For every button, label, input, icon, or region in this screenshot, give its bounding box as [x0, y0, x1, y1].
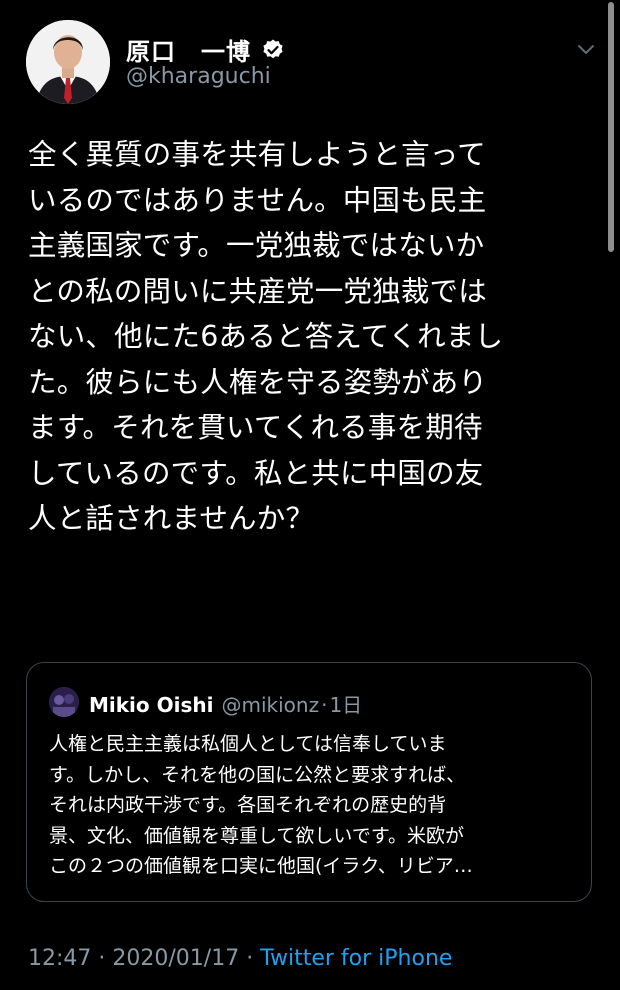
quoted-separator: ·	[321, 693, 328, 717]
author-name-row: 原口 一博	[126, 32, 285, 67]
author-handle[interactable]: @kharaguchi	[126, 64, 271, 89]
quoted-tweet-header: Mikio Oishi @mikionz · 1日	[89, 689, 362, 718]
author-display-name[interactable]: 原口 一博	[126, 32, 251, 67]
quoted-author-avatar	[49, 687, 79, 717]
footer-separator: ·	[91, 946, 113, 971]
tweet-source-link[interactable]: Twitter for iPhone	[260, 946, 452, 971]
quoted-tweet-card[interactable]: Mikio Oishi @mikionz · 1日 人権と民主主義は私個人として…	[26, 662, 592, 902]
tweet-date: 2020/01/17	[112, 946, 240, 971]
tweet-footer: 12:47 · 2020/01/17 · Twitter for iPhone	[28, 946, 452, 971]
chevron-down-icon[interactable]	[574, 40, 598, 60]
footer-separator: ·	[239, 946, 261, 971]
quoted-author-name: Mikio Oishi	[89, 693, 214, 717]
author-avatar[interactable]	[26, 20, 110, 104]
verified-badge-icon	[263, 39, 283, 58]
quoted-tweet-age: 1日	[329, 693, 363, 717]
avatar-image	[49, 687, 79, 717]
quoted-author-handle: @mikionz	[221, 693, 320, 717]
quoted-tweet-text: 人権と民主主義は私個人としては信奉していま す。しかし、それを他の国に公然と要求…	[49, 733, 473, 877]
avatar-portrait	[26, 20, 110, 104]
tweet-time: 12:47	[28, 946, 92, 971]
scrollbar-thumb[interactable]	[608, 2, 614, 252]
tweet-text: 全く異質の事を共有しようと言って いるのではありません。中国も民主 主義国家です…	[28, 138, 504, 535]
